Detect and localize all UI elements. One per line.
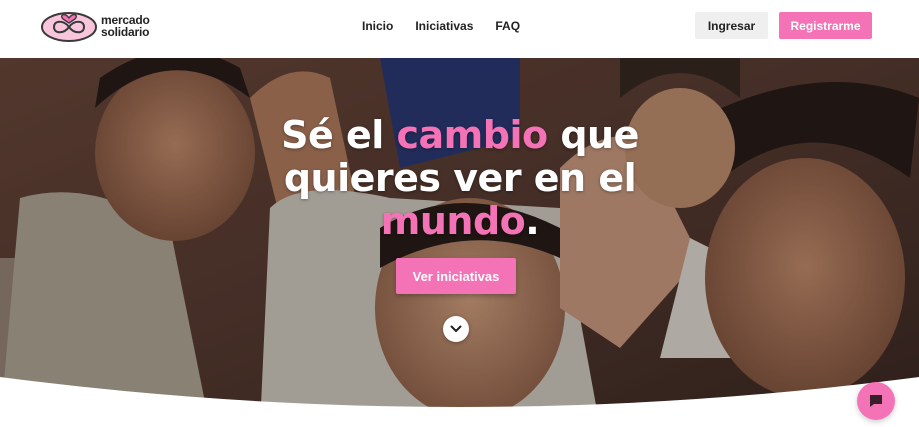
nav-link-iniciativas[interactable]: Iniciativas xyxy=(415,18,473,34)
heart-infinity-icon xyxy=(41,12,97,42)
login-button[interactable]: Ingresar xyxy=(695,12,768,39)
hero-heading-part1: Sé el xyxy=(281,113,397,157)
navbar: mercado solidario Inicio Iniciativas FAQ… xyxy=(0,0,919,58)
brand-logo[interactable]: mercado solidario xyxy=(40,9,158,43)
chat-button[interactable] xyxy=(857,382,895,420)
hero-heading-accent-cambio: cambio xyxy=(396,113,549,157)
hero-heading: Sé el cambio que quieres ver en el mundo… xyxy=(240,114,680,243)
chevron-down-icon xyxy=(450,325,462,332)
register-button[interactable]: Registrarme xyxy=(779,12,872,39)
hero-bottom-wave xyxy=(0,377,919,427)
hero-heading-accent-mundo: mundo xyxy=(380,199,526,243)
chat-bubble-icon xyxy=(870,395,882,407)
brand-name: mercado solidario xyxy=(101,14,150,38)
hero-section: Sé el cambio que quieres ver en el mundo… xyxy=(0,58,919,427)
hero-heading-part3: . xyxy=(525,199,540,243)
view-initiatives-button[interactable]: Ver iniciativas xyxy=(396,258,516,294)
scroll-down-button[interactable] xyxy=(443,316,469,342)
nav-link-inicio[interactable]: Inicio xyxy=(362,18,393,34)
nav-link-faq[interactable]: FAQ xyxy=(495,18,520,34)
main-nav: Inicio Iniciativas FAQ xyxy=(362,18,542,34)
brand-name-line2: solidario xyxy=(101,25,150,39)
